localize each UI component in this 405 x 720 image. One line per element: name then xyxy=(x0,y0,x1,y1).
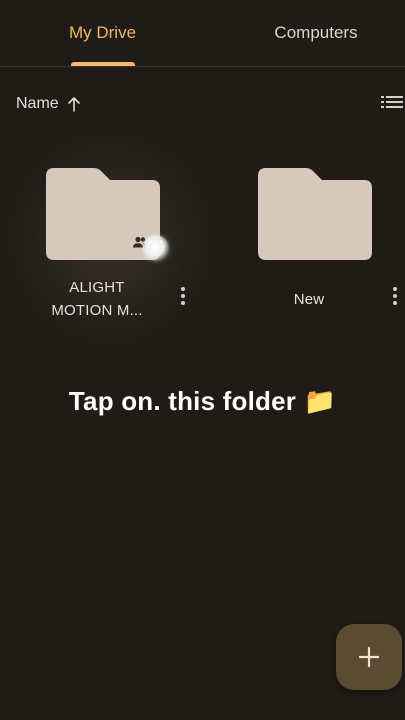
new-item-button[interactable] xyxy=(336,624,402,690)
plus-icon xyxy=(358,646,380,668)
arrow-up-icon xyxy=(67,97,80,112)
folder-icon xyxy=(258,168,372,260)
folder-more-options-button[interactable] xyxy=(179,287,187,309)
active-tab-indicator xyxy=(71,62,135,66)
folder-more-options-button[interactable] xyxy=(391,287,399,309)
tab-computers-label: Computers xyxy=(274,23,358,42)
folder-name: ALIGHT MOTION M... xyxy=(51,279,143,319)
folder-item-new[interactable]: New xyxy=(252,160,382,330)
folder-name: New xyxy=(293,291,325,308)
tab-my-drive-label: My Drive xyxy=(68,23,137,42)
list-view-icon[interactable] xyxy=(381,94,403,112)
drive-screen: My Drive Computers Name ALIGHT MOTION M..… xyxy=(0,0,405,720)
sort-by-name-button[interactable]: Name xyxy=(16,92,81,116)
tab-my-drive[interactable]: My Drive xyxy=(30,0,175,66)
tutorial-caption: Tap on. this folder 📁 xyxy=(68,386,337,416)
tab-bar: My Drive Computers xyxy=(0,0,405,67)
tab-computers[interactable]: Computers xyxy=(242,0,390,66)
touch-indicator xyxy=(143,235,169,261)
sort-label: Name xyxy=(16,95,59,112)
